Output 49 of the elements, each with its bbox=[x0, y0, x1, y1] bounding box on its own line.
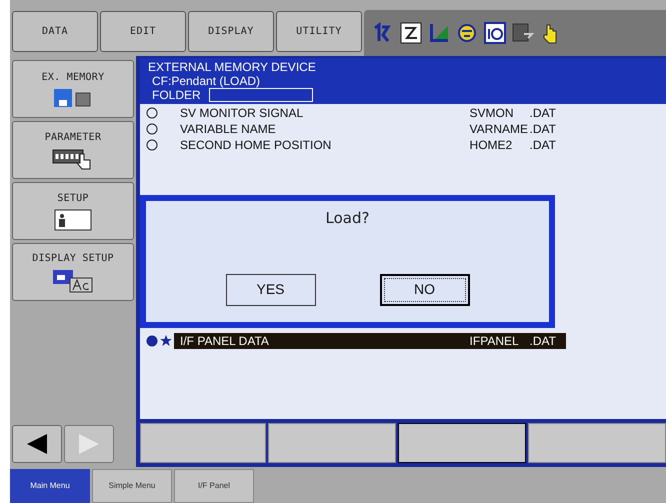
file-name: SV MONITOR SIGNAL bbox=[180, 106, 304, 120]
setup-panel-icon bbox=[54, 209, 92, 231]
bottom-tab[interactable]: Simple Menu bbox=[92, 469, 172, 503]
file-name-code: VARNAME bbox=[470, 122, 529, 136]
menu-tab[interactable]: EDIT bbox=[100, 11, 186, 52]
file-row[interactable]: VARIABLE NAME VARNAME.DAT bbox=[174, 121, 566, 137]
next-page-button[interactable] bbox=[64, 425, 114, 463]
file-extension: .DAT bbox=[530, 333, 556, 350]
menu-tab[interactable]: UTILITY bbox=[276, 11, 362, 52]
file-row[interactable]: I/F PANEL DATA IFPANEL .DAT bbox=[174, 333, 566, 349]
file-extension: .DAT bbox=[530, 122, 556, 136]
empty-circle-icon[interactable] bbox=[146, 123, 158, 135]
sidebar-item[interactable]: DISPLAY SETUP bbox=[12, 243, 134, 301]
floppy-card-icon bbox=[54, 88, 92, 108]
pencil-icon[interactable] bbox=[400, 22, 422, 44]
file-extension: .DAT bbox=[530, 138, 556, 152]
bottom-tab[interactable]: I/F Panel bbox=[174, 469, 254, 503]
sidebar-item[interactable]: PARAMETER bbox=[12, 121, 134, 179]
empty-circle-icon[interactable] bbox=[146, 107, 158, 119]
dialog-button[interactable]: NO bbox=[380, 274, 470, 306]
menu-tab[interactable]: DATA bbox=[12, 11, 98, 52]
sidebar-item[interactable]: EX. MEMORY bbox=[12, 60, 134, 118]
sidebar-item[interactable]: SETUP bbox=[12, 182, 134, 240]
device-label: CF:Pendant (LOAD) bbox=[151, 74, 262, 88]
panel-title: EXTERNAL MEMORY DEVICE bbox=[148, 60, 317, 74]
file-name-code: IFPANEL bbox=[470, 333, 520, 350]
folder-label: FOLDER bbox=[152, 88, 201, 102]
empty-circle-icon[interactable] bbox=[146, 139, 158, 151]
right-triangle-icon bbox=[77, 433, 101, 455]
dialog-button[interactable]: YES bbox=[226, 274, 316, 306]
file-row[interactable]: SECOND HOME POSITION HOME2 .DAT bbox=[174, 137, 566, 153]
filled-circle-icon[interactable] bbox=[146, 335, 158, 347]
function-key[interactable] bbox=[398, 423, 526, 463]
dialog-message: Load? bbox=[326, 208, 370, 229]
folder-field[interactable] bbox=[208, 88, 313, 102]
previous-page-button[interactable] bbox=[12, 425, 62, 463]
bottom-tab[interactable]: Main Menu bbox=[10, 469, 90, 503]
file-name-code: SVMON bbox=[470, 106, 515, 120]
signal-bars-icon[interactable] bbox=[428, 22, 450, 44]
file-name-code: HOME2 bbox=[470, 138, 514, 152]
file-name: SECOND HOME POSITION bbox=[180, 138, 332, 152]
left-triangle-icon bbox=[25, 433, 49, 455]
menu-tab[interactable]: DISPLAY bbox=[188, 11, 274, 52]
file-name: I/F PANEL DATA bbox=[180, 333, 270, 350]
file-row[interactable]: SV MONITOR SIGNAL SVMON .DAT bbox=[174, 105, 566, 121]
file-extension: .DAT bbox=[530, 106, 556, 120]
io-icon[interactable] bbox=[484, 22, 506, 44]
file-name: VARIABLE NAME bbox=[180, 122, 277, 136]
display-font-icon bbox=[52, 269, 94, 293]
